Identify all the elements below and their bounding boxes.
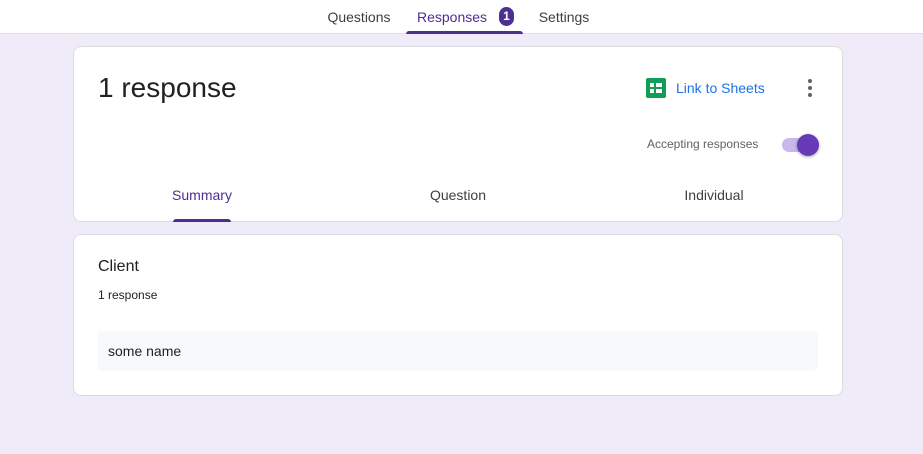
link-to-sheets-label: Link to Sheets <box>676 80 765 96</box>
more-vert-icon <box>808 79 812 97</box>
tab-responses-label: Responses <box>417 9 488 25</box>
subtab-question[interactable]: Question <box>410 180 506 222</box>
question-summary-card: Client 1 response some name <box>73 234 843 396</box>
subtab-question-label: Question <box>429 187 487 203</box>
tab-questions-label: Questions <box>327 9 391 25</box>
responses-count-badge: 1 <box>499 7 514 26</box>
subtab-individual[interactable]: Individual <box>666 180 762 222</box>
tab-questions[interactable]: Questions <box>315 0 403 34</box>
subtab-summary[interactable]: Summary <box>154 180 250 222</box>
tab-settings-label: Settings <box>538 9 590 25</box>
page-title: 1 response <box>98 72 237 103</box>
active-subtab-indicator <box>173 219 231 222</box>
active-tab-indicator <box>406 31 523 34</box>
question-title: Client <box>98 258 139 275</box>
top-navigation: Questions Responses 1 Settings <box>0 0 923 34</box>
accepting-responses-toggle[interactable] <box>781 133 821 156</box>
subtab-individual-label: Individual <box>684 187 744 203</box>
link-to-sheets-button[interactable]: Link to Sheets <box>646 76 765 100</box>
responses-header-card: 1 response Link to Sheets Accepting resp… <box>73 46 843 222</box>
tab-responses[interactable]: Responses 1 <box>406 0 523 34</box>
question-response-count: 1 response <box>98 288 158 302</box>
more-options-button[interactable] <box>800 76 820 100</box>
tab-settings[interactable]: Settings <box>527 0 601 34</box>
toggle-thumb <box>797 134 819 156</box>
subtab-summary-label: Summary <box>172 187 232 203</box>
accepting-responses-label: Accepting responses <box>647 137 759 151</box>
answer-item: some name <box>98 331 818 371</box>
sheets-icon <box>646 78 666 98</box>
